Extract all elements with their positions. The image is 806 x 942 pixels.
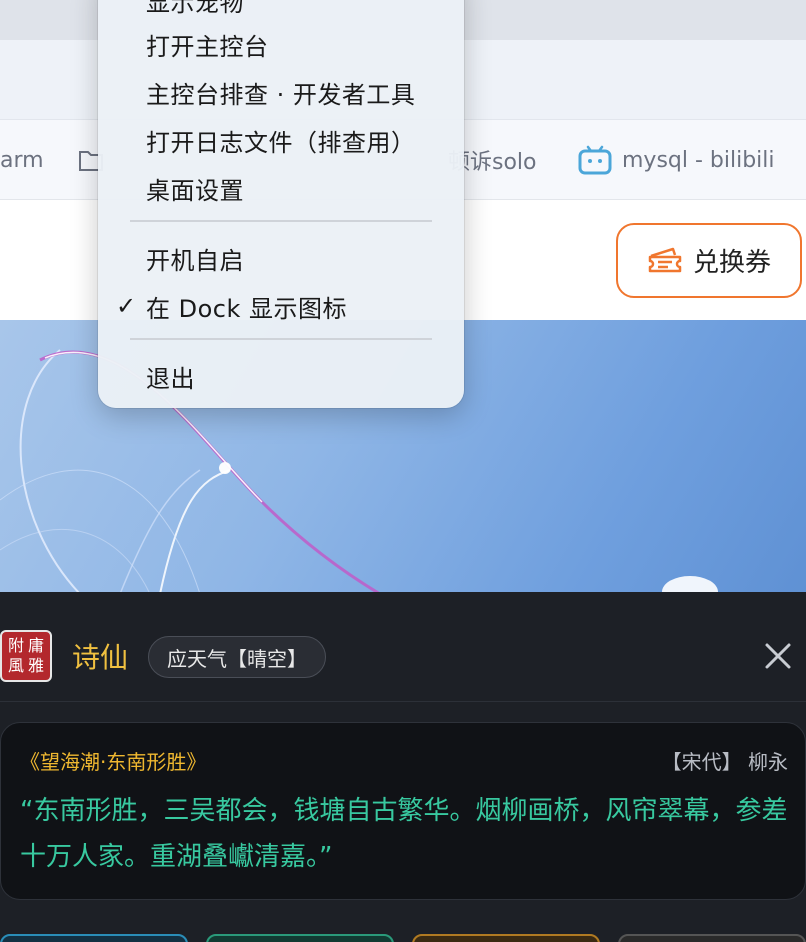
coupon-label: 兑换券 xyxy=(692,248,771,278)
menu-separator xyxy=(130,220,432,222)
seal-char: 附 xyxy=(7,636,24,655)
menu-item-label: 显示宠物 xyxy=(146,0,244,17)
menu-item-label: 打开主控台 xyxy=(146,32,269,61)
menu-item-label: 开机自启 xyxy=(146,246,244,275)
action-button[interactable] xyxy=(206,934,394,942)
bookmark-label: arm xyxy=(0,147,44,173)
bookmark-label: mysql - bilibili xyxy=(622,147,775,173)
menu-separator xyxy=(130,338,432,340)
bookmark-bilibili[interactable]: mysql - bilibili xyxy=(578,140,775,180)
menu-item-open-log[interactable]: 打开日志文件（排查用） xyxy=(98,118,464,162)
checkmark-icon: ✓ xyxy=(116,292,137,320)
menu-item-label: 打开日志文件（排查用） xyxy=(146,128,416,157)
bookmark-arm[interactable]: arm xyxy=(0,140,44,180)
poem-title: 《望海潮·东南形胜》 xyxy=(20,750,207,774)
menu-item-show-in-dock[interactable]: ✓ 在 Dock 显示图标 xyxy=(98,284,464,328)
seal-char: 風 xyxy=(7,656,24,675)
menu-item-devtools[interactable]: 主控台排查 · 开发者工具 xyxy=(98,70,464,114)
menu-item-quit[interactable]: 退出 xyxy=(98,354,464,398)
menu-item-label: 在 Dock 显示图标 xyxy=(146,294,348,323)
menu-item-show-pet[interactable]: 显示宠物 xyxy=(98,0,464,22)
menu-item-open-console[interactable]: 打开主控台 xyxy=(98,22,464,66)
action-button[interactable] xyxy=(412,934,600,942)
seal-char: 庸 xyxy=(27,636,44,655)
poem-author: 【宋代】 柳永 xyxy=(661,750,788,774)
menu-item-label: 主控台排查 · 开发者工具 xyxy=(146,80,416,109)
ticket-icon xyxy=(648,247,682,272)
menu-item-label: 退出 xyxy=(146,364,195,393)
weather-badge[interactable]: 应天气【晴空】 xyxy=(148,636,326,678)
seal-char: 雅 xyxy=(27,656,44,675)
seal-logo: 附 庸 風 雅 xyxy=(0,630,52,682)
poem-text: “东南形胜，三吴都会，钱塘自古繁华。烟柳画桥，风帘翠幕，参差十万人家。重湖叠巘清… xyxy=(20,796,788,872)
action-button[interactable] xyxy=(618,934,806,942)
menu-item-launch-at-login[interactable]: 开机自启 xyxy=(98,236,464,280)
action-button[interactable] xyxy=(0,934,188,942)
close-icon[interactable] xyxy=(762,640,794,672)
menu-item-desktop-settings[interactable]: 桌面设置 xyxy=(98,166,464,210)
menu-item-label: 桌面设置 xyxy=(146,176,244,205)
bilibili-tv-icon xyxy=(578,145,612,175)
panel-title: 诗仙 xyxy=(72,641,129,674)
redeem-coupon-button[interactable]: 兑换券 xyxy=(616,223,802,298)
